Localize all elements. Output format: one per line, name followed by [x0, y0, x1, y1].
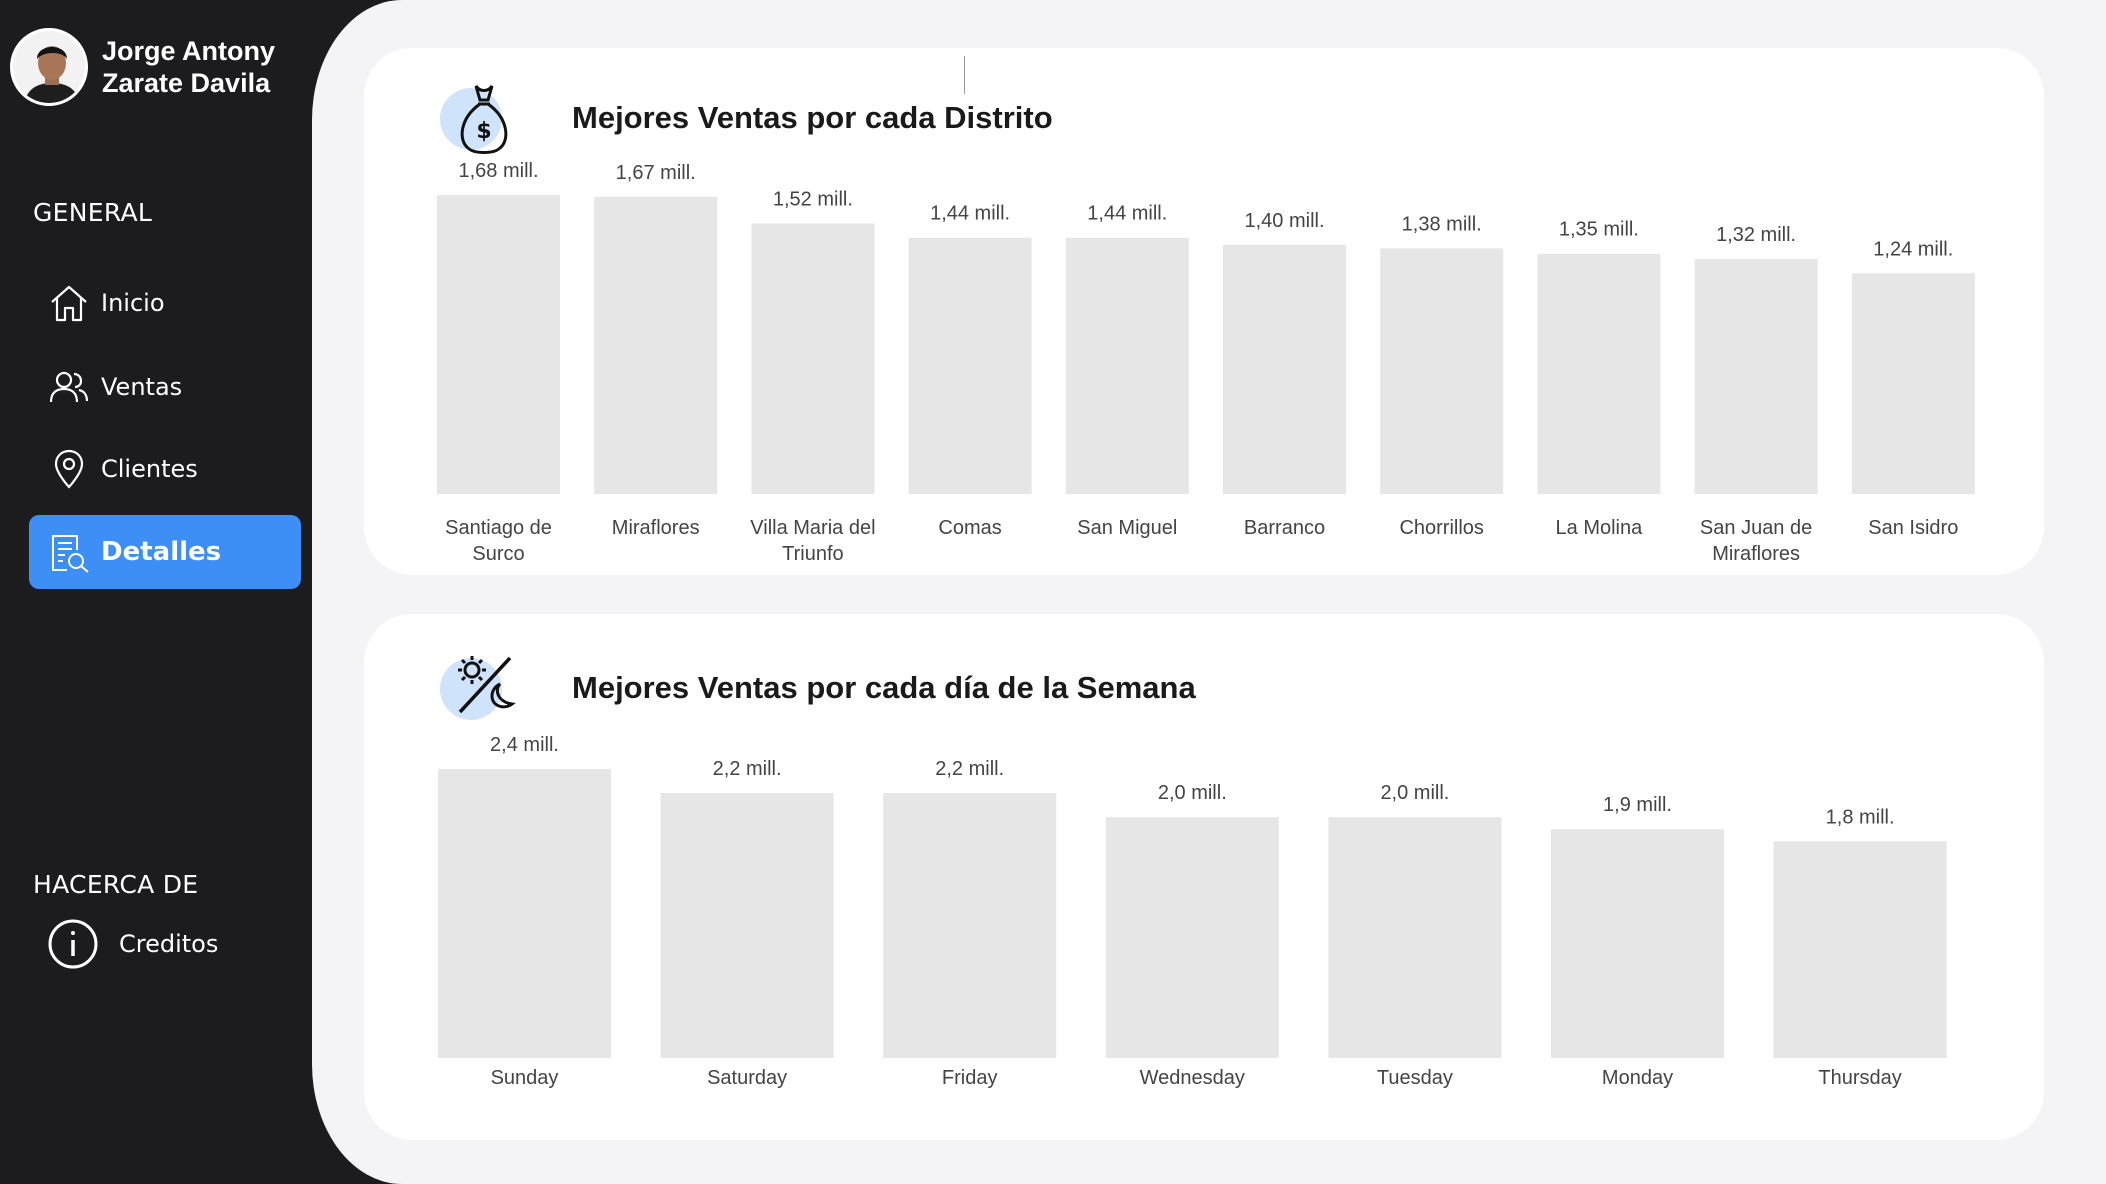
sidebar-item-label: Detalles: [101, 537, 222, 567]
category-label: Monday: [1602, 1067, 1673, 1089]
bar: [1328, 817, 1502, 1058]
info-icon: [47, 918, 99, 970]
bar: [908, 237, 1032, 494]
category-label: Miraflores: [1712, 543, 1800, 565]
users-icon: [47, 365, 91, 409]
sidebar-item-creditos[interactable]: Creditos: [29, 907, 301, 981]
bar: [751, 223, 875, 494]
category-label: Sunday: [491, 1067, 559, 1089]
bar: [437, 195, 560, 494]
data-label: 2,2 mill.: [713, 758, 782, 780]
data-label: 1,38 mill.: [1402, 213, 1482, 235]
data-label: 1,44 mill.: [930, 203, 1010, 225]
sidebar-item-detalles[interactable]: Detalles: [29, 515, 301, 589]
category-label: Surco: [472, 543, 524, 565]
category-label: Tuesday: [1377, 1067, 1453, 1089]
category-label: San Isidro: [1868, 517, 1958, 539]
category-label: Comas: [938, 517, 1001, 539]
bar: [1694, 259, 1818, 494]
category-label: Miraflores: [612, 517, 700, 539]
data-label: 1,40 mill.: [1244, 210, 1324, 232]
category-label: Friday: [942, 1067, 998, 1089]
profile-name-line2: Zarate Davila: [102, 68, 271, 98]
category-label: Chorrillos: [1399, 517, 1483, 539]
data-label: 2,0 mill.: [1158, 782, 1227, 804]
bar: [438, 769, 611, 1058]
data-label: 1,35 mill.: [1559, 219, 1639, 241]
district-sales-card: $ Mejores Ventas por cada Distrito 1,68 …: [364, 48, 2044, 575]
sidebar-item-label: Clientes: [101, 455, 198, 483]
data-label: 2,0 mill.: [1380, 782, 1449, 804]
data-label: 1,8 mill.: [1826, 806, 1895, 828]
bar: [1551, 829, 1724, 1058]
bar: [1851, 273, 1975, 494]
main-content: $ Mejores Ventas por cada Distrito 1,68 …: [312, 0, 2106, 1184]
bar: [1773, 841, 1947, 1058]
category-label: Villa Maria del: [750, 517, 875, 539]
category-label: La Molina: [1556, 517, 1644, 539]
category-label: Barranco: [1244, 517, 1325, 539]
data-label: 1,9 mill.: [1603, 794, 1672, 816]
sidebar: Jorge Antony Zarate Davila GENERAL Inici…: [0, 0, 312, 1184]
data-label: 1,68 mill.: [458, 160, 538, 182]
bar: [1537, 253, 1661, 494]
sidebar-item-label: Creditos: [119, 930, 219, 958]
sidebar-item-clientes[interactable]: Clientes: [29, 432, 301, 506]
data-label: 1,67 mill.: [616, 162, 696, 184]
home-icon: [47, 281, 91, 325]
avatar: [10, 28, 88, 106]
category-label: Santiago de: [445, 517, 552, 539]
sidebar-item-label: Ventas: [101, 373, 183, 401]
profile-name: Jorge Antony Zarate Davila: [102, 35, 275, 99]
sidebar-item-ventas[interactable]: Ventas: [29, 350, 301, 424]
bar: [1105, 817, 1279, 1058]
data-label: 2,4 mill.: [490, 734, 559, 756]
user-profile: Jorge Antony Zarate Davila: [10, 28, 275, 106]
data-label: 1,32 mill.: [1716, 224, 1796, 246]
profile-name-line1: Jorge Antony: [102, 36, 276, 66]
category-label: San Miguel: [1077, 517, 1177, 539]
document-search-icon: [47, 530, 91, 574]
data-label: 1,24 mill.: [1873, 238, 1953, 260]
data-label: 1,52 mill.: [773, 188, 853, 210]
bar: [883, 793, 1057, 1058]
sidebar-item-inicio[interactable]: Inicio: [29, 266, 301, 340]
category-label: Thursday: [1818, 1067, 1901, 1089]
data-label: 2,2 mill.: [935, 758, 1004, 780]
bar: [1065, 237, 1189, 494]
data-label: 1,44 mill.: [1087, 203, 1167, 225]
category-label: Triunfo: [782, 543, 844, 565]
weekday-sales-card: Mejores Ventas por cada día de la Semana…: [364, 614, 2044, 1140]
bar: [1380, 248, 1504, 494]
bar: [1223, 244, 1346, 494]
category-label: Saturday: [707, 1067, 787, 1089]
bar: [660, 793, 834, 1058]
section-about-label: HACERCA DE: [33, 870, 199, 899]
weekday-bar-chart: 2,4 mill. Sunday 2,2 mill. Saturday 2,2 mill…: [438, 734, 1947, 1089]
sidebar-item-label: Inicio: [101, 289, 165, 317]
district-bar-chart: 1,68 mill. Santiago de Surco 1,67 mill. Mira…: [437, 160, 1975, 565]
section-general-label: GENERAL: [33, 198, 153, 227]
bar: [594, 196, 718, 494]
category-label: Wednesday: [1140, 1067, 1245, 1089]
map-pin-icon: [47, 447, 91, 491]
category-label: San Juan de: [1700, 517, 1812, 539]
